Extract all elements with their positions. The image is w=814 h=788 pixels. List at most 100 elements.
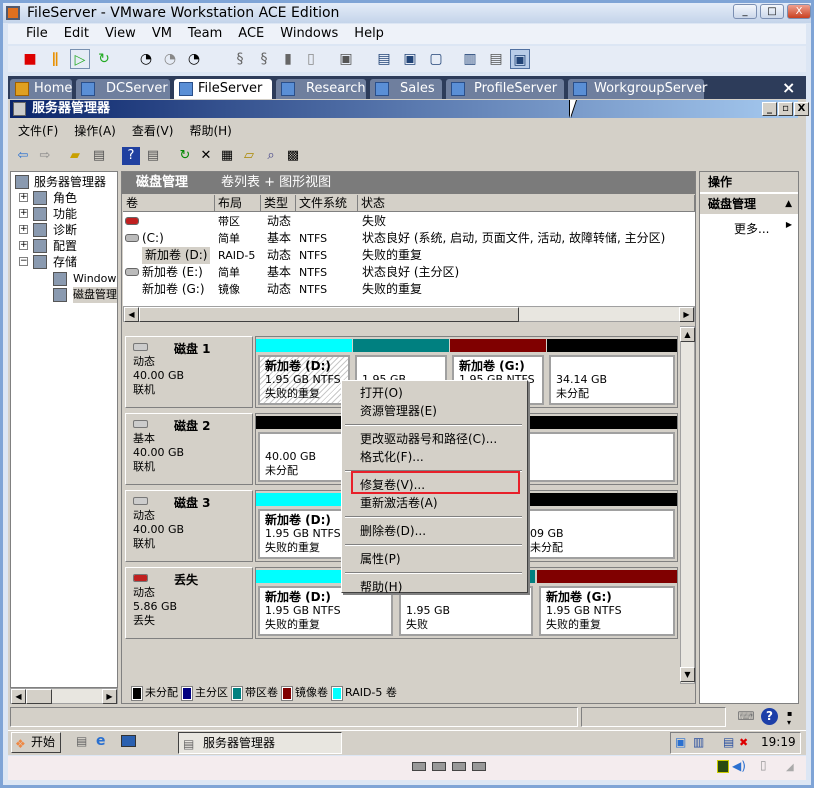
tray-icon[interactable]: ▥ <box>693 735 704 749</box>
tree-item[interactable]: 功能 <box>53 206 77 222</box>
tree-item[interactable]: Windows <box>73 271 117 287</box>
taskbar-item-server-manager[interactable]: ▤ 服务器管理器 <box>178 732 342 754</box>
tab-research[interactable]: Research <box>276 79 366 99</box>
partition[interactable]: 新加卷 (D:) 1.95 GB NTFS 失败的重复 <box>256 493 352 561</box>
hdd-icon[interactable] <box>452 762 466 771</box>
console-icon[interactable]: ▣ <box>336 49 356 69</box>
list-h-scrollbar[interactable]: ◀ ▶ <box>123 306 695 322</box>
scroll-left-button[interactable]: ◀ <box>124 307 139 322</box>
close-button[interactable]: X <box>787 4 811 19</box>
scroll-up-button[interactable]: ▲ <box>680 327 695 342</box>
actions-section[interactable]: 磁盘管理 ▲ <box>700 194 798 214</box>
tree-root[interactable]: 服务器管理器 <box>34 174 106 190</box>
hdd-icon[interactable] <box>432 762 446 771</box>
partition[interactable]: 新加卷 (G:) 1.95 GB NTFS 失败的重复 <box>537 570 677 638</box>
unity-icon[interactable]: ▢ <box>426 49 446 69</box>
partition[interactable]: 新加卷 (D:) 1.95 GB NTFS 失败的重复 <box>256 339 352 407</box>
table-row[interactable]: 新加卷 (G:) 镜像 动态 NTFS 失败的重复 <box>123 281 695 298</box>
tree-item[interactable]: 磁盘管理 <box>73 287 117 303</box>
table-row[interactable]: 新加卷 (E:) 简单 基本 NTFS 状态良好 (主分区) <box>123 264 695 281</box>
menu-file[interactable]: File <box>18 24 56 44</box>
disk-label[interactable]: 磁盘 2 基本 40.00 GB 联机 <box>125 413 253 485</box>
settings-icon[interactable]: ▥ <box>460 49 480 69</box>
disk-label[interactable]: 磁盘 1 动态 40.00 GB 联机 <box>125 336 253 408</box>
tab-profileserver[interactable]: ProfileServer <box>446 79 564 99</box>
scroll-right-button[interactable]: ▶ <box>679 307 694 322</box>
snapshot-manager-icon[interactable]: ◔ <box>184 49 204 69</box>
disk-label[interactable]: 磁盘 3 动态 40.00 GB 联机 <box>125 490 253 562</box>
team-icon-1[interactable]: § <box>230 49 250 69</box>
tab-dcserver[interactable]: DCServer <box>76 79 170 99</box>
device-icon[interactable]: ▮ <box>278 49 298 69</box>
partition[interactable]: 34.14 GB 未分配 <box>547 339 677 407</box>
menu-help[interactable]: Help <box>346 24 392 44</box>
menu-view[interactable]: View <box>97 24 144 44</box>
table-row[interactable]: 新加卷 (D:) RAID-5 动态 NTFS 失败的重复 <box>123 247 695 264</box>
scroll-thumb[interactable] <box>139 307 519 322</box>
action-more[interactable]: 更多... ▶ <box>700 220 798 237</box>
minimize-button[interactable]: _ <box>733 4 757 19</box>
tree-h-scrollbar[interactable]: ◀ ▶ <box>10 688 118 704</box>
col-layout[interactable]: 布局 <box>215 195 261 212</box>
menu-item[interactable]: 属性(P) <box>360 551 401 568</box>
tree-item[interactable]: 配置 <box>53 238 77 254</box>
menu-windows[interactable]: Windows <box>272 24 346 44</box>
graph-v-scrollbar[interactable]: ▲ ▼ <box>680 326 695 684</box>
disk-label[interactable]: 丢失 动态 5.86 GB 丢失 <box>125 567 253 639</box>
pause-icon[interactable]: ∥ <box>45 49 65 69</box>
play-icon[interactable]: ▷ <box>70 49 90 69</box>
fullscreen-icon[interactable]: ▣ <box>400 49 420 69</box>
reset-icon[interactable]: ↻ <box>94 49 114 69</box>
app-close-button[interactable]: X <box>794 102 809 116</box>
team-icon-2[interactable]: § <box>254 49 274 69</box>
collapse-icon[interactable]: ▲ <box>785 194 792 214</box>
console-view-icon[interactable]: ▣ <box>510 49 530 69</box>
forward-icon[interactable]: ⇨ <box>36 147 54 165</box>
help-icon[interactable]: ? <box>761 708 778 725</box>
col-volume[interactable]: 卷 <box>123 195 215 212</box>
tab-workgroupserver[interactable]: WorkgroupServer <box>568 79 707 99</box>
scroll-right-button[interactable]: ▶ <box>102 689 117 704</box>
clock[interactable]: 19:19 <box>761 735 796 749</box>
network-adapter-icon[interactable] <box>717 760 729 773</box>
scroll-thumb[interactable] <box>26 689 52 704</box>
menu-help-cn[interactable]: 帮助(H) <box>181 121 239 141</box>
menu-action-cn[interactable]: 操作(A) <box>66 121 124 141</box>
menu-edit[interactable]: Edit <box>56 24 97 44</box>
menu-item[interactable]: 帮助(H) <box>360 579 402 596</box>
menu-vm[interactable]: VM <box>144 24 180 44</box>
expander-1[interactable]: + <box>19 209 28 218</box>
start-button[interactable]: ❖ 开始 <box>11 732 61 753</box>
expander-4[interactable]: − <box>19 257 28 266</box>
server-manager-quicklaunch-icon[interactable]: ▤ <box>76 734 87 748</box>
menu-item[interactable]: 更改驱动器号和路径(C)... <box>360 431 497 448</box>
menu-file-cn[interactable]: 文件(F) <box>10 121 66 141</box>
summary-icon[interactable]: ▤ <box>486 49 506 69</box>
delete-icon[interactable]: ✕ <box>197 147 215 165</box>
menu-view-cn[interactable]: 查看(V) <box>124 121 182 141</box>
keyboard-icon[interactable]: ⌨ <box>737 709 755 725</box>
maximize-button[interactable]: □ <box>760 4 784 19</box>
col-status[interactable]: 状态 <box>358 195 695 212</box>
menu-item[interactable]: 重新激活卷(A) <box>360 495 438 512</box>
menu-ace[interactable]: ACE <box>230 24 272 44</box>
stop-icon[interactable]: ■ <box>20 49 40 69</box>
back-icon[interactable]: ⇦ <box>14 147 32 165</box>
tab-sales[interactable]: Sales <box>370 79 442 99</box>
col-type[interactable]: 类型 <box>261 195 296 212</box>
tree-item[interactable]: 角色 <box>53 190 77 206</box>
volume-muted-icon[interactable]: ✖ <box>739 736 748 749</box>
menu-item[interactable]: 删除卷(D)... <box>360 523 426 540</box>
table-row[interactable]: 带区 动态 失败 <box>123 213 695 230</box>
app-minimize-button[interactable]: _ <box>762 102 777 116</box>
vmware-tools-icon[interactable]: ▣ <box>675 735 686 749</box>
refresh-icon[interactable]: ↻ <box>176 147 194 165</box>
open-folder-icon[interactable]: ▱ <box>240 147 258 165</box>
menu-item[interactable]: 打开(O) <box>360 385 403 402</box>
expander-0[interactable]: + <box>19 193 28 202</box>
app-restore-button[interactable]: ▫ <box>778 102 793 116</box>
expander-2[interactable]: + <box>19 225 28 234</box>
disk-settings-icon[interactable]: ▩ <box>284 147 302 165</box>
quick-switch-icon[interactable]: ▤ <box>374 49 394 69</box>
table-row[interactable]: (C:) 简单 基本 NTFS 状态良好 (系统, 启动, 页面文件, 活动, 故障转储… <box>123 230 695 247</box>
